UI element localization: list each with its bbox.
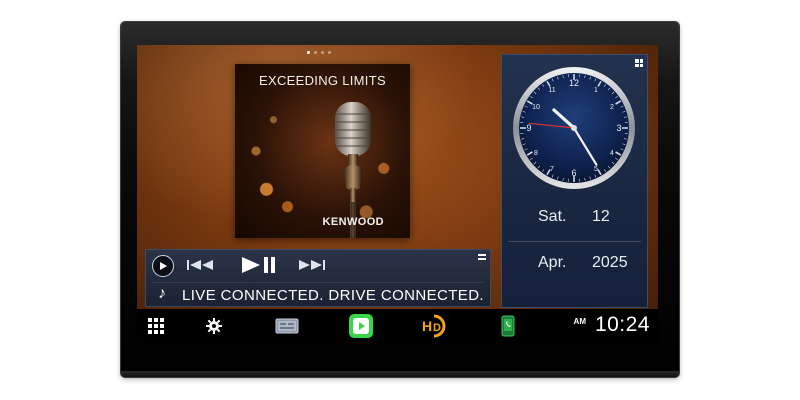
settings-button[interactable]	[203, 309, 225, 343]
year-label: 2025	[592, 254, 628, 271]
previous-track-icon	[187, 260, 213, 270]
time-display: 10:24	[594, 313, 650, 336]
phone-button[interactable]	[499, 309, 517, 343]
next-track-button[interactable]	[296, 257, 326, 273]
screen-mirror-icon	[275, 318, 299, 334]
media-player-widget[interactable]: ♪ LIVE CONNECTED. DRIVE CONNECTED.	[145, 249, 491, 307]
source-play-button[interactable]	[152, 255, 174, 277]
page-dot	[328, 51, 331, 54]
previous-track-button[interactable]	[186, 257, 216, 273]
clock-numeral-8: 8	[534, 150, 538, 157]
menu-icon[interactable]	[478, 254, 486, 260]
clock-numeral-11: 11	[548, 87, 555, 94]
ampm-indicator: AM	[573, 317, 586, 326]
weekday-label: Sat.	[538, 208, 567, 225]
day-label: 12	[592, 208, 610, 225]
hd-radio-button[interactable]: H D	[419, 309, 449, 343]
phone-icon	[501, 315, 515, 337]
page-dot	[307, 51, 310, 54]
clock-numeral-7: 7	[550, 166, 554, 173]
track-title: LIVE CONNECTED. DRIVE CONNECTED.	[182, 287, 485, 304]
bottom-nav-bar: H D AM 10:24	[137, 309, 658, 343]
next-track-icon	[299, 260, 325, 270]
album-brand-logo: KENWOOD	[322, 216, 384, 228]
apps-menu-button[interactable]	[145, 309, 167, 343]
widget-divider	[508, 241, 641, 242]
clock-numeral-10: 10	[532, 104, 540, 111]
player-divider	[152, 282, 484, 283]
play-pause-icon	[242, 257, 275, 273]
clock-numeral-4: 4	[610, 150, 614, 157]
page-indicator	[307, 51, 331, 54]
month-label: Apr.	[538, 254, 567, 271]
home-screen: EXCEEDING LIMITS KENWOOD ♪ LIVE CONNECTE…	[137, 45, 658, 343]
settings-gear-icon	[206, 318, 222, 334]
hd-radio-icon: H D	[422, 314, 446, 338]
clock-numeral-9: 9	[526, 123, 531, 133]
analog-clock: 12 3 6 9 1 2 4 5 7 8 10 11	[513, 67, 635, 189]
source-play-icon	[160, 262, 167, 270]
page-dot	[314, 51, 317, 54]
clock-numeral-6: 6	[571, 168, 576, 178]
clock-numeral-12: 12	[569, 78, 579, 88]
carplay-icon	[349, 314, 373, 338]
music-note-icon: ♪	[158, 285, 166, 302]
clock-numeral-2: 2	[610, 104, 614, 111]
clock-numeral-5: 5	[594, 166, 598, 173]
clock-numeral-3: 3	[616, 123, 621, 133]
svg-text:D: D	[433, 322, 441, 334]
carplay-button[interactable]	[348, 309, 374, 343]
screen-mirror-button[interactable]	[274, 309, 302, 343]
album-title: EXCEEDING LIMITS	[259, 73, 386, 88]
clock-date-widget[interactable]: 12 3 6 9 1 2 4 5 7 8 10 11 Sat. 12 Apr. …	[501, 54, 648, 308]
apps-grid-icon	[148, 318, 164, 334]
album-art[interactable]: EXCEEDING LIMITS KENWOOD	[235, 64, 410, 238]
svg-text:H: H	[422, 318, 432, 334]
page-dot	[321, 51, 324, 54]
play-pause-button[interactable]	[240, 255, 278, 275]
clock-numeral-1: 1	[594, 87, 598, 94]
